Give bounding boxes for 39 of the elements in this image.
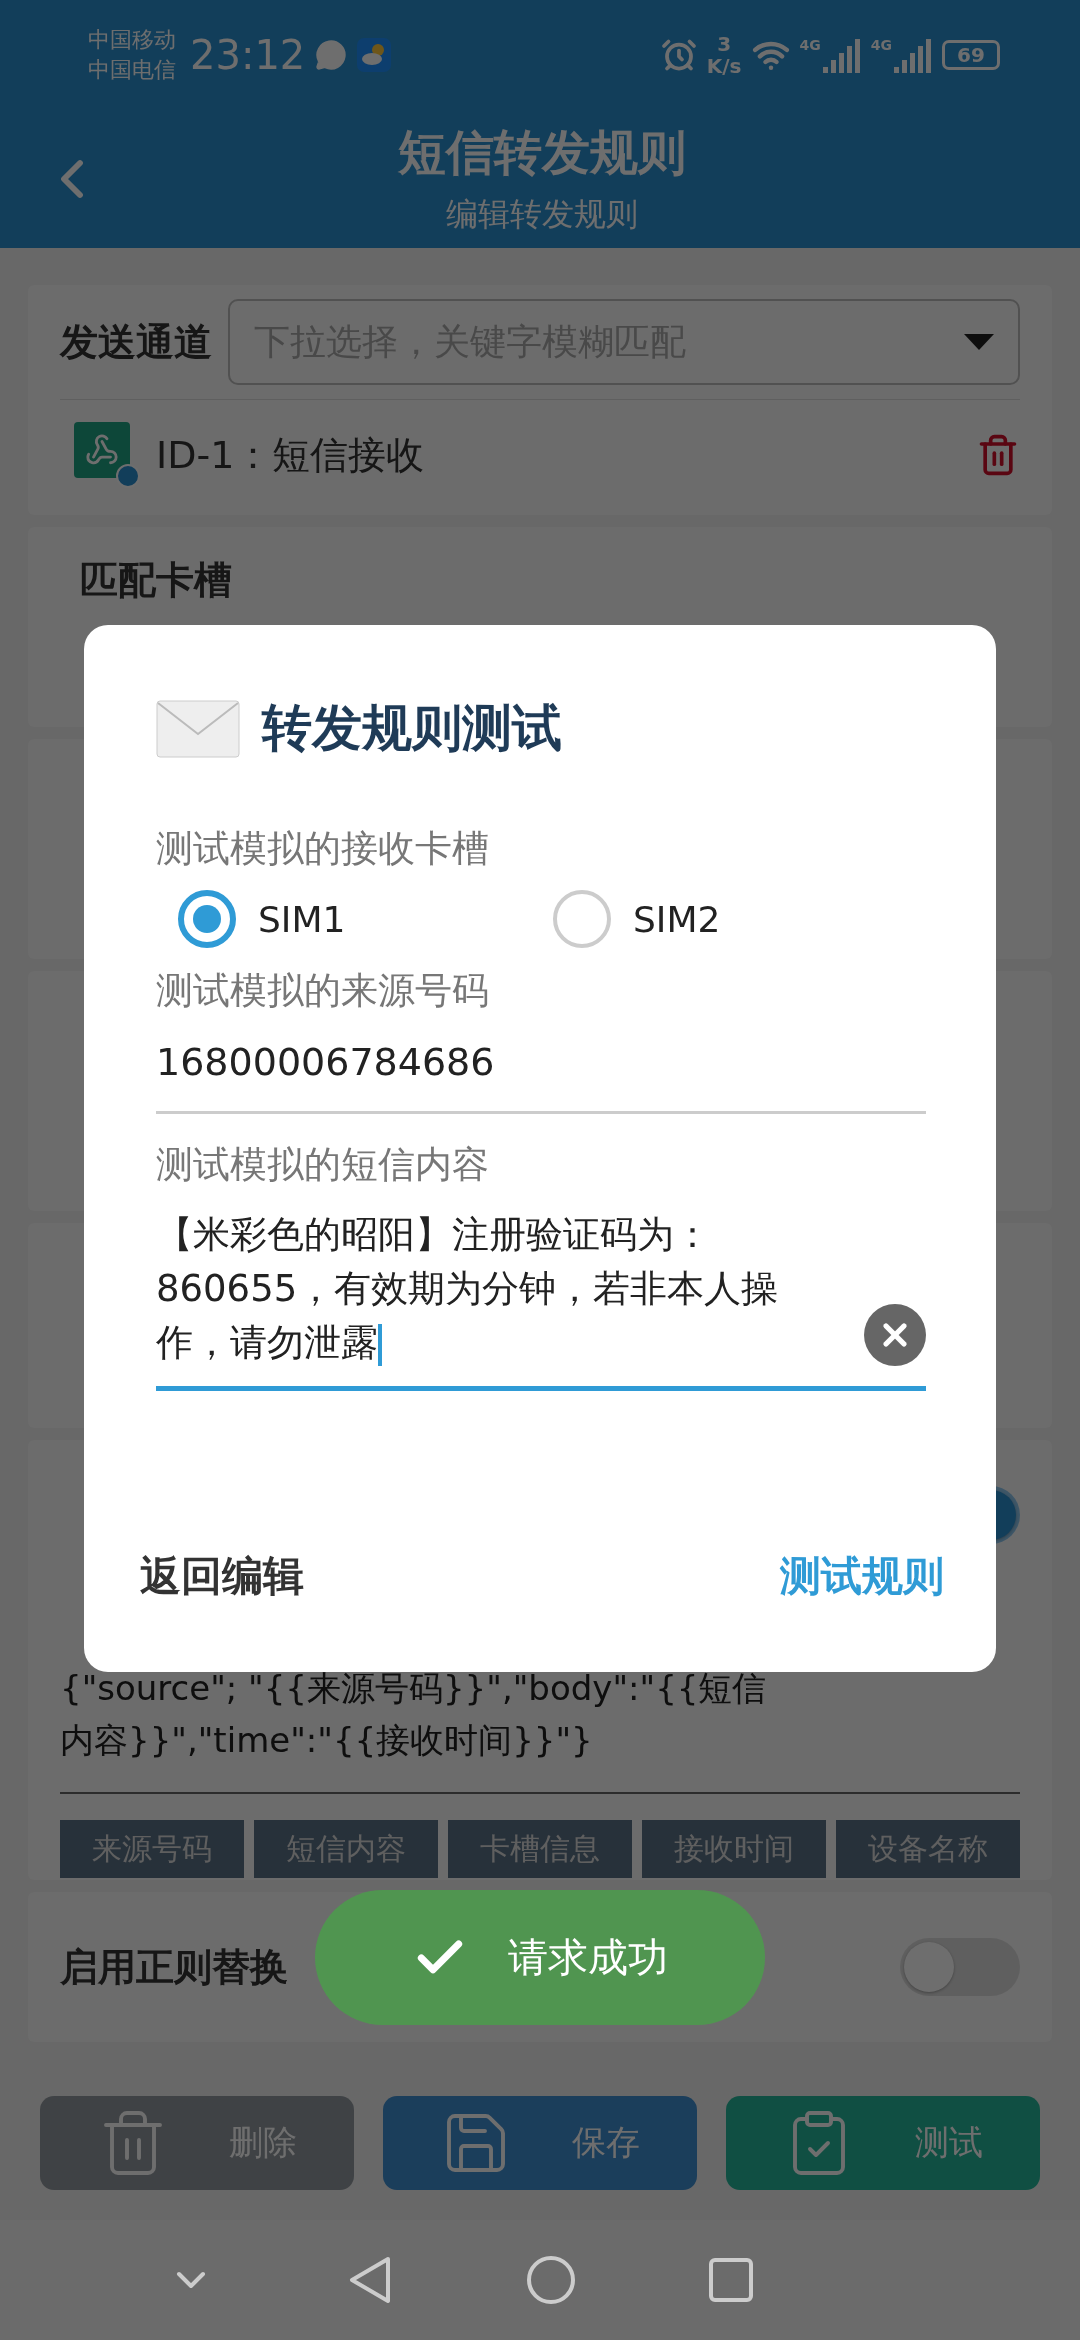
network-type: 4G	[799, 37, 821, 53]
field-label: 测试模拟的短信内容	[156, 1142, 490, 1188]
section-title: 启用正则替换	[60, 1943, 288, 1991]
field-label: 测试模拟的接收卡槽	[156, 826, 490, 872]
network-speed: K/s	[706, 55, 742, 77]
dialog-button[interactable]: 测试规则	[780, 1541, 944, 1612]
network-speed: 3	[717, 33, 732, 55]
signal-icon	[822, 37, 861, 73]
sim-radio[interactable]: SIM2	[553, 890, 928, 948]
section-title: 匹配卡槽	[80, 557, 233, 604]
weather-icon	[357, 38, 392, 72]
signal-icon	[894, 37, 932, 73]
field-label: 测试模拟的来源号码	[156, 968, 490, 1014]
alarm-clock-icon	[660, 37, 697, 73]
network-type: 4G	[870, 37, 892, 53]
number-field[interactable]: 16800006784686	[156, 1040, 926, 1114]
template-text: {"source"; "{{来源号码}}","body":"{{短信内容}}","time":"{{接收时间}}"}	[60, 1667, 768, 1762]
back-icon[interactable]	[348, 2255, 393, 2305]
dropdown-arrow-icon	[964, 334, 994, 350]
action-button[interactable]: 测试	[726, 2096, 1040, 2190]
carrier-name: 中国移动	[88, 26, 176, 54]
toast-text: 请求成功	[508, 1933, 668, 1982]
page-subtitle: 编辑转发规则	[446, 194, 638, 235]
clock-time: 23:12	[190, 32, 306, 78]
channel-item: ID-1：短信接收	[156, 431, 426, 479]
chat-bubble-icon	[315, 39, 348, 71]
message-field[interactable]: 【米彩色的昭阳】注册验证码为：860655，有效期为分钟，若非本人操作，请勿泄露	[156, 1208, 926, 1391]
webhook-icon	[74, 422, 140, 488]
action-button[interactable]: 保存	[383, 2096, 697, 2190]
recents-icon[interactable]	[709, 2258, 754, 2302]
field-label: 发送通道	[60, 318, 212, 366]
dialog-button[interactable]: 返回编辑	[140, 1541, 304, 1612]
home-icon[interactable]	[525, 2255, 576, 2305]
page-title: 短信转发规则	[398, 123, 686, 182]
battery-level: 69	[942, 40, 1000, 70]
envelope-icon	[156, 699, 240, 758]
sim-radio[interactable]: SIM1	[178, 890, 553, 948]
carrier-name: 中国电信	[88, 56, 176, 84]
dialog-title: 转发规则测试	[262, 698, 562, 759]
